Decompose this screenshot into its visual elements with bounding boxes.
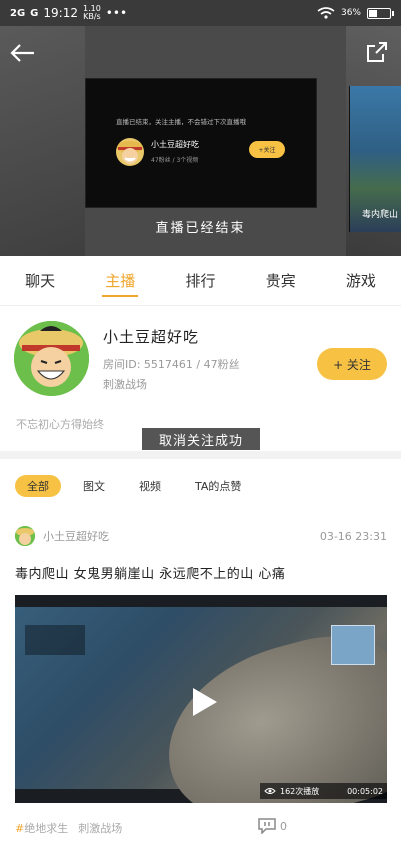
anchor-avatar <box>116 138 144 166</box>
topic-tag[interactable]: #绝地求生 <box>15 820 68 836</box>
follow-label: + 关注 <box>333 357 371 372</box>
tab-chat[interactable]: 聊天 <box>0 256 80 306</box>
more-notifications: ••• <box>105 6 128 20</box>
tab-game[interactable]: 游戏 <box>321 256 401 306</box>
view-count: 162次播放 <box>280 786 320 796</box>
share-icon[interactable] <box>365 40 389 64</box>
post-title[interactable]: 毒内爬山 女鬼男躺崖山 永远爬不上的山 心痛 <box>15 563 285 582</box>
play-icon[interactable] <box>185 684 221 720</box>
section-divider <box>0 451 401 459</box>
ended-note: 直播已结束，关注主播，不会错过下次直播哦 <box>116 118 246 126</box>
post-time: 03-16 23:31 <box>319 529 387 543</box>
battery-icon <box>367 7 394 19</box>
post-footer: #绝地求生 刺激战场 0 <box>15 818 387 838</box>
post-header: 小土豆超好吃 03-16 23:31 <box>15 526 387 546</box>
game-minimap <box>331 625 375 665</box>
video-stats: 162次播放 00:05:02 <box>260 783 387 799</box>
tab-ranking[interactable]: 排行 <box>160 256 240 306</box>
comment-button[interactable]: 0 <box>258 818 287 834</box>
battery-percent: 36% <box>340 8 361 18</box>
tab-anchor[interactable]: 主播 <box>80 256 160 306</box>
avatar[interactable] <box>15 526 35 546</box>
filter-image-text[interactable]: 图文 <box>71 475 117 497</box>
status-time: 19:12 <box>43 6 78 20</box>
tab-bar: 聊天 主播 排行 贵宾 游戏 <box>0 256 401 306</box>
anchor-stats: 47粉丝 / 3个视频 <box>151 157 199 164</box>
anchor-name: 小土豆超好吃 <box>151 140 199 149</box>
room-info: 房间ID: 5517461 / 47粉丝 <box>103 358 240 371</box>
toast-message: 取消关注成功 <box>142 428 260 450</box>
card-follow-button[interactable]: +关注 <box>249 141 285 158</box>
network-speed: 1.10 KB/s <box>82 4 101 21</box>
ended-stream-card: 直播已结束，关注主播，不会错过下次直播哦 小土豆超好吃 47粉丝 / 3个视频 … <box>85 78 317 208</box>
network-indicator: 2G <box>10 7 26 19</box>
video-duration: 00:05:02 <box>347 786 383 796</box>
post-author[interactable]: 小土豆超好吃 <box>43 528 109 544</box>
filter-all[interactable]: 全部 <box>15 475 61 497</box>
game-tag[interactable]: 刺激战场 <box>78 820 122 836</box>
filter-video[interactable]: 视频 <box>127 475 173 497</box>
status-bar: 2G G 19:12 1.10 KB/s ••• 36% <box>0 0 401 26</box>
wifi-icon <box>317 7 335 19</box>
tab-vip[interactable]: 贵宾 <box>241 256 321 306</box>
avatar[interactable] <box>14 321 89 396</box>
post-filter-bar: 全部 图文 视频 TA的点赞 <box>0 471 401 501</box>
follow-button[interactable]: + 关注 <box>317 348 387 380</box>
next-video-thumbnail[interactable]: 毒内爬山 <box>349 86 401 232</box>
comment-count: 0 <box>280 819 287 833</box>
carrier-indicator: G <box>30 7 39 19</box>
game-hud <box>25 625 85 655</box>
filter-liked[interactable]: TA的点赞 <box>183 475 253 497</box>
comment-icon <box>258 818 276 834</box>
room-game: 刺激战场 <box>103 378 147 391</box>
live-ended-banner: 直播已结束，关注主播，不会错过下次直播哦 小土豆超好吃 47粉丝 / 3个视频 … <box>0 26 401 256</box>
anchor-bio: 不忘初心方得始终 <box>16 418 104 431</box>
stream-ended-text: 直播已经结束 <box>155 221 246 236</box>
anchor-name: 小土豆超好吃 <box>103 328 200 346</box>
video-player[interactable]: 162次播放 00:05:02 <box>15 595 387 803</box>
eye-icon <box>264 788 276 794</box>
back-arrow-icon[interactable] <box>8 40 38 66</box>
